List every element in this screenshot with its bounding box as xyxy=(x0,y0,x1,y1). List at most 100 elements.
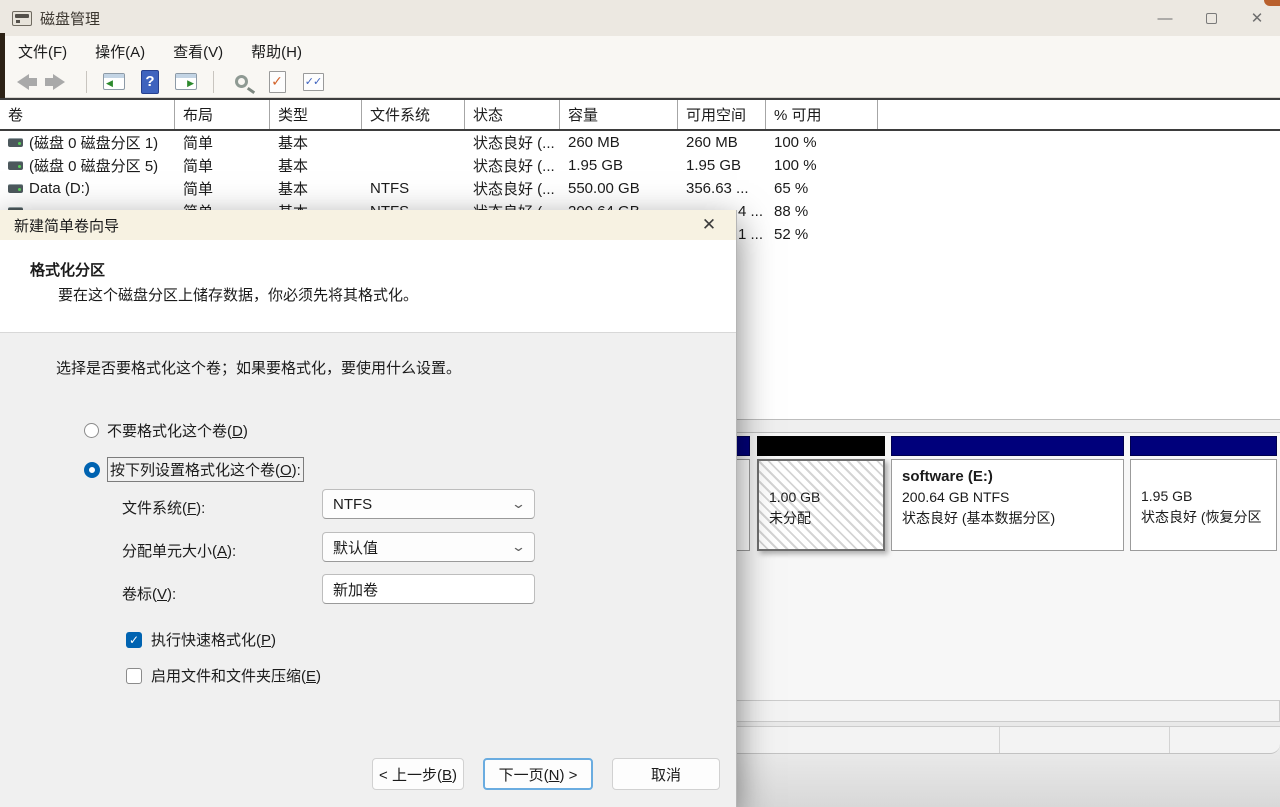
allocation-unit-select[interactable]: 默认值 ⌄ xyxy=(322,532,535,562)
file-system-select[interactable]: NTFS ⌄ xyxy=(322,489,535,519)
menu-item-file[interactable]: 文件(F) xyxy=(18,41,67,62)
toolbar-separator xyxy=(86,71,87,93)
cell-type: 基本 xyxy=(270,178,362,199)
back-button[interactable]: < 上一步(B) xyxy=(372,758,464,790)
toolbar: ◀ ? ▶ ✓ ✓✓ xyxy=(0,66,1280,98)
quick-format-checkbox[interactable]: ✓ 执行快速格式化(P) xyxy=(126,629,276,650)
close-icon: ✕ xyxy=(702,215,716,235)
cell-layout: 简单 xyxy=(175,132,270,153)
volume-label-input[interactable] xyxy=(322,574,535,604)
block-status: 未分配 xyxy=(769,508,873,529)
menu-item-action[interactable]: 操作(A) xyxy=(95,41,145,62)
cell-free-space: 356.63 ... xyxy=(678,180,766,197)
cell-volume: (磁盘 0 磁盘分区 1) xyxy=(0,132,175,153)
cell-filesystem: NTFS xyxy=(362,180,465,197)
disk-properties-button[interactable] xyxy=(228,70,254,94)
unallocated-color-bar xyxy=(757,436,885,456)
status-pane xyxy=(1000,727,1170,753)
close-icon: ✕ xyxy=(1251,9,1264,27)
window-title: 磁盘管理 xyxy=(40,8,100,29)
disk-block-recovery[interactable]: 1.95 GB 状态良好 (恢复分区 xyxy=(1130,436,1277,551)
cell-volume: Data (D:) xyxy=(0,180,175,197)
task-list-icon: ✓✓ xyxy=(303,73,324,91)
header-free-space[interactable]: 可用空间 xyxy=(678,100,766,129)
compression-checkbox[interactable]: 启用文件和文件夹压缩(E) xyxy=(126,665,321,686)
cell-volume: (磁盘 0 磁盘分区 5) xyxy=(0,155,175,176)
maximize-button[interactable] xyxy=(1188,0,1234,36)
dialog-header: 格式化分区 要在这个磁盘分区上储存数据，你必须先将其格式化。 xyxy=(0,240,736,333)
minimize-button[interactable]: — xyxy=(1142,0,1188,36)
help-icon: ? xyxy=(141,70,159,94)
cell-type: 基本 xyxy=(270,155,362,176)
cell-pct-free: 52 % xyxy=(766,226,878,243)
block-status: 状态良好 (恢复分区 xyxy=(1141,507,1266,528)
header-filesystem[interactable]: 文件系统 xyxy=(362,100,465,129)
cell-pct-free: 65 % xyxy=(766,180,878,197)
chevron-down-icon: ⌄ xyxy=(511,539,526,555)
console-tree-toggle-button[interactable]: ◀ xyxy=(101,70,127,94)
action-pane-toggle-button[interactable]: ▶ xyxy=(173,70,199,94)
minimize-icon: — xyxy=(1158,10,1173,27)
cell-capacity: 1.95 GB xyxy=(560,157,678,174)
cell-free-space: 1.95 GB xyxy=(678,157,766,174)
header-pct-free[interactable]: % 可用 xyxy=(766,100,878,129)
help-button[interactable]: ? xyxy=(137,70,163,94)
radio-icon xyxy=(84,423,99,438)
dialog-title-bar: 新建简单卷向导 ✕ xyxy=(0,210,736,240)
allocation-unit-value: 默认值 xyxy=(333,537,378,558)
volume-row[interactable]: Data (D:) 简单 基本 NTFS 状态良好 (... 550.00 GB… xyxy=(0,177,1280,200)
header-layout[interactable]: 布局 xyxy=(175,100,270,129)
forward-icon xyxy=(53,74,65,90)
dialog-close-button[interactable]: ✕ xyxy=(692,211,726,239)
back-button[interactable] xyxy=(10,70,36,94)
checkbox-checked-icon: ✓ xyxy=(126,632,142,648)
disk-block-software[interactable]: software (E:) 200.64 GB NTFS 状态良好 (基本数据分… xyxy=(891,436,1124,551)
block-name: software (E:) xyxy=(902,466,1113,487)
menu-item-view[interactable]: 查看(V) xyxy=(173,41,223,62)
disk-block-unallocated[interactable]: 1.00 GB 未分配 xyxy=(757,436,885,551)
menu-item-help[interactable]: 帮助(H) xyxy=(251,41,302,62)
cell-capacity: 550.00 GB xyxy=(560,180,678,197)
wizard-description: 要在这个磁盘分区上储存数据，你必须先将其格式化。 xyxy=(58,284,418,305)
header-capacity[interactable]: 容量 xyxy=(560,100,678,129)
allocation-unit-label: 分配单元大小(A): xyxy=(122,540,236,561)
volume-row[interactable]: (磁盘 0 磁盘分区 5) 简单 基本 状态良好 (... 1.95 GB 1.… xyxy=(0,154,1280,177)
wizard-intro-text: 选择是否要格式化这个卷；如果要格式化，要使用什么设置。 xyxy=(56,357,461,378)
check-disk-button[interactable]: ✓ xyxy=(264,70,290,94)
cell-type: 基本 xyxy=(270,132,362,153)
block-size: 200.64 GB NTFS xyxy=(902,487,1113,508)
volume-list-header: 卷 布局 类型 文件系统 状态 容量 可用空间 % 可用 xyxy=(0,98,1280,131)
chevron-down-icon: ⌄ xyxy=(511,496,526,512)
new-simple-volume-wizard-dialog: 新建简单卷向导 ✕ 格式化分区 要在这个磁盘分区上储存数据，你必须先将其格式化。… xyxy=(0,210,737,807)
forward-button[interactable] xyxy=(46,70,72,94)
wizard-heading: 格式化分区 xyxy=(30,259,105,280)
background-sliver xyxy=(1264,0,1280,6)
cancel-button[interactable]: 取消 xyxy=(612,758,720,790)
cell-status: 状态良好 (... xyxy=(465,132,560,153)
block-status: 状态良好 (基本数据分区) xyxy=(902,508,1113,529)
cell-pct-free: 100 % xyxy=(766,157,878,174)
cell-capacity: 260 MB xyxy=(560,134,678,151)
status-pane xyxy=(1170,727,1280,753)
back-icon xyxy=(17,74,29,90)
cell-pct-free: 100 % xyxy=(766,134,878,151)
toolbar-separator xyxy=(213,71,214,93)
header-status[interactable]: 状态 xyxy=(465,100,560,129)
check-document-icon: ✓ xyxy=(269,71,286,93)
magnifier-icon xyxy=(235,75,248,88)
disk-management-app-icon xyxy=(12,11,32,26)
task-list-button[interactable]: ✓✓ xyxy=(300,70,326,94)
header-type[interactable]: 类型 xyxy=(270,100,362,129)
block-size: 1.00 GB xyxy=(769,487,873,508)
radio-no-format[interactable]: 不要格式化这个卷(D) xyxy=(84,420,248,441)
volume-row[interactable]: (磁盘 0 磁盘分区 1) 简单 基本 状态良好 (... 260 MB 260… xyxy=(0,131,1280,154)
radio-format-with-settings[interactable]: 按下列设置格式化这个卷(O): xyxy=(84,458,303,481)
radio-selected-icon xyxy=(84,462,100,478)
partition-color-bar xyxy=(891,436,1124,456)
action-pane-icon: ▶ xyxy=(175,73,197,90)
header-filler xyxy=(878,100,1280,129)
console-tree-icon: ◀ xyxy=(103,73,125,90)
next-button[interactable]: 下一页(N) > xyxy=(483,758,593,790)
header-volume[interactable]: 卷 xyxy=(0,100,175,129)
maximize-icon xyxy=(1206,13,1217,24)
